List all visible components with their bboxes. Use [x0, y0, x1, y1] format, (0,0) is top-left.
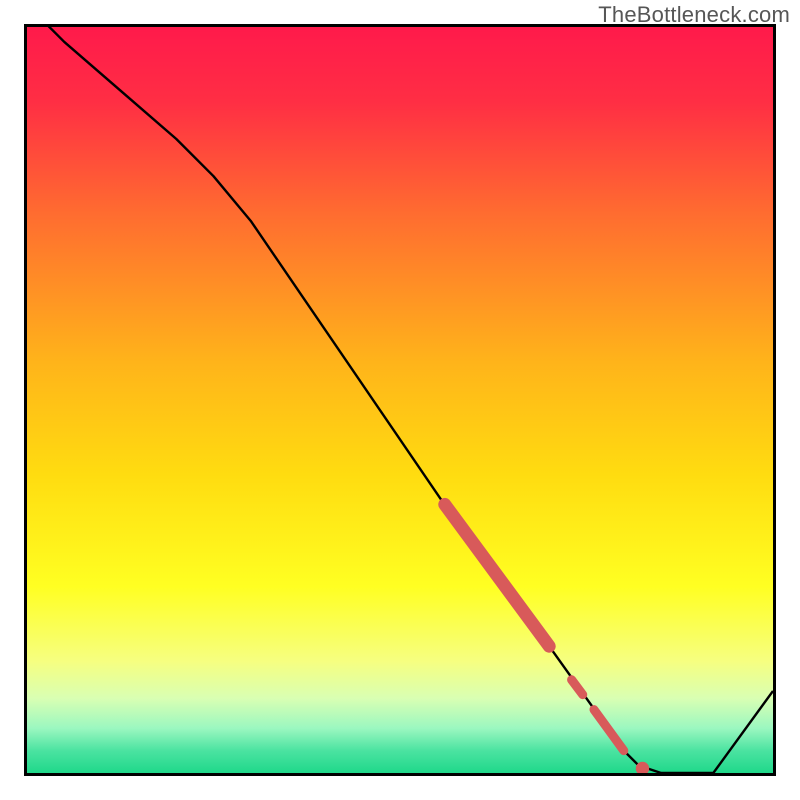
plot-area [24, 24, 776, 776]
highlight-group [445, 504, 649, 773]
plot-svg [27, 27, 773, 773]
bottleneck-curve-path [27, 27, 773, 773]
highlight-segment [594, 710, 624, 751]
curve-group [27, 27, 773, 773]
bottleneck-chart: TheBottleneck.com [0, 0, 800, 800]
highlight-segment [572, 680, 583, 695]
highlight-segment [445, 504, 549, 646]
